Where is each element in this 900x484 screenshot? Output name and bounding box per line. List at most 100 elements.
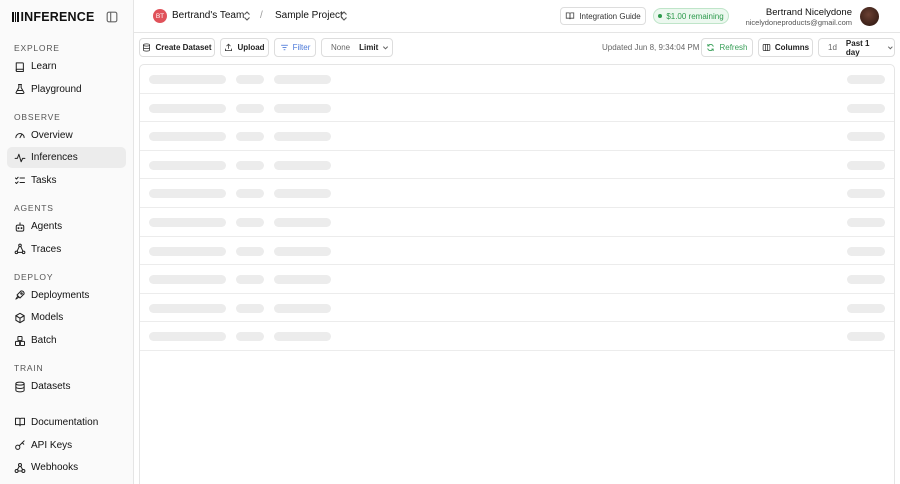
refresh-label: Refresh	[719, 43, 748, 52]
integration-guide-button[interactable]: Integration Guide	[560, 7, 646, 25]
skeleton-cell	[847, 103, 885, 113]
top-bar: BT Bertrand's Team / Sample Project Inte…	[134, 0, 900, 33]
upload-label: Upload	[237, 43, 265, 52]
skeleton-cell	[274, 218, 331, 227]
logo-bars-icon	[12, 11, 19, 22]
refresh-button[interactable]: Refresh	[701, 38, 753, 57]
sidebar-item-label: Traces	[31, 243, 62, 255]
rocket-icon	[15, 290, 25, 300]
skeleton-cell	[149, 246, 226, 256]
skeleton-cell	[274, 275, 331, 285]
sidebar-item-label: API Keys	[31, 439, 73, 451]
table-row-skeleton	[140, 237, 894, 266]
sidebar-item-playground[interactable]: Playground	[7, 79, 126, 100]
skeleton-cell	[847, 303, 885, 313]
user-name[interactable]: Bertrand Nicelydone	[766, 7, 852, 18]
boxes-icon	[14, 335, 26, 346]
skeleton-cell	[236, 303, 264, 313]
skeleton-cell	[274, 75, 331, 84]
section-label-explore: EXPLORE	[14, 43, 60, 53]
limit-value: None	[331, 43, 351, 52]
skeleton-cell	[236, 275, 264, 285]
skeleton-cell	[274, 246, 331, 256]
sidebar-item-deployments[interactable]: Deployments	[7, 285, 126, 306]
team-switcher-chevron-icon[interactable]	[243, 11, 251, 21]
status-dot-icon	[658, 14, 663, 18]
upload-button[interactable]: Upload	[220, 38, 269, 57]
skeleton-cell	[236, 332, 264, 342]
list-check-icon	[14, 176, 26, 184]
skeleton-cell	[149, 75, 226, 84]
brand-logo[interactable]: INFERENCE	[12, 10, 95, 24]
sidebar-item-documentation[interactable]: Documentation	[7, 412, 126, 433]
time-range-select[interactable]: 1d Past 1 day	[818, 38, 895, 57]
sidebar-item-overview[interactable]: Overview	[7, 125, 126, 146]
team-name[interactable]: Bertrand's Team	[172, 10, 244, 21]
credits-label: $1.00 remaining	[666, 11, 724, 21]
table-row-skeleton	[140, 94, 894, 123]
sidebar-item-tasks[interactable]: Tasks	[7, 170, 126, 191]
team-avatar[interactable]: BT	[153, 9, 167, 23]
skeleton-cell	[236, 218, 264, 227]
table-row-skeleton	[140, 208, 894, 237]
sidebar-item-batch[interactable]: Batch	[7, 330, 126, 351]
columns-label: Columns	[774, 43, 810, 52]
sidebar: INFERENCE EXPLORE Learn Playground OBSERVE O…	[0, 0, 134, 484]
breadcrumb-separator: /	[260, 10, 263, 21]
user-avatar[interactable]	[860, 7, 879, 26]
network-icon	[14, 243, 26, 255]
sidebar-item-label: Batch	[31, 335, 57, 347]
skeleton-cell	[847, 218, 885, 227]
skeleton-cell	[847, 160, 885, 170]
webhook-icon	[14, 462, 26, 473]
skeleton-cell	[149, 132, 226, 142]
sidebar-item-billing[interactable]: Billing	[7, 480, 126, 484]
skeleton-cell	[149, 332, 226, 342]
table-row-skeleton	[140, 294, 894, 323]
sidebar-item-label: Tasks	[31, 175, 57, 187]
cube-icon	[15, 312, 25, 324]
skeleton-cell	[274, 332, 331, 342]
project-name[interactable]: Sample Project	[275, 10, 343, 21]
skeleton-cell	[274, 103, 331, 113]
filter-button[interactable]: Filter	[274, 38, 316, 57]
skeleton-cell	[847, 132, 885, 142]
sidebar-item-api-keys[interactable]: API Keys	[7, 435, 126, 456]
database-icon	[15, 381, 25, 392]
project-switcher-chevron-icon[interactable]	[340, 11, 348, 21]
table-row-skeleton	[140, 265, 894, 294]
sidebar-item-inferences[interactable]: Inferences	[7, 147, 126, 169]
skeleton-cell	[149, 103, 226, 113]
create-dataset-button[interactable]: Create Dataset	[139, 38, 215, 57]
table-row-skeleton	[140, 179, 894, 208]
skeleton-cell	[847, 332, 885, 342]
skeleton-cell	[149, 218, 226, 227]
sidebar-item-webhooks[interactable]: Webhooks	[7, 457, 126, 478]
sidebar-item-models[interactable]: Models	[7, 307, 126, 328]
credits-badge[interactable]: $1.00 remaining	[653, 8, 729, 24]
skeleton-cell	[149, 160, 226, 170]
sidebar-item-learn[interactable]: Learn	[7, 56, 126, 77]
sidebar-item-agents[interactable]: Agents	[7, 216, 126, 237]
columns-button[interactable]: Columns	[758, 38, 813, 57]
sidebar-item-label: Agents	[31, 221, 63, 232]
sidebar-item-traces[interactable]: Traces	[7, 239, 126, 260]
time-range-label: Past 1 day	[845, 38, 870, 57]
skeleton-cell	[149, 275, 226, 285]
skeleton-cell	[149, 303, 226, 313]
section-label-observe: OBSERVE	[14, 111, 61, 122]
user-email: nicelydoneproducts@gmail.com	[745, 18, 852, 27]
inferences-table	[139, 64, 895, 484]
skeleton-cell	[236, 103, 264, 113]
limit-select[interactable]: None Limit	[321, 38, 393, 57]
sidebar-item-label: Webhooks	[31, 462, 79, 474]
skeleton-cell	[847, 275, 885, 285]
flask-icon	[15, 84, 25, 95]
sidebar-collapse-icon[interactable]	[105, 10, 119, 24]
sidebar-item-datasets[interactable]: Datasets	[7, 376, 126, 397]
time-range-short: 1d	[828, 43, 837, 52]
filter-icon	[280, 44, 288, 51]
database-icon	[143, 43, 151, 52]
activity-icon	[14, 153, 26, 163]
sidebar-item-label: Deployments	[31, 289, 90, 301]
